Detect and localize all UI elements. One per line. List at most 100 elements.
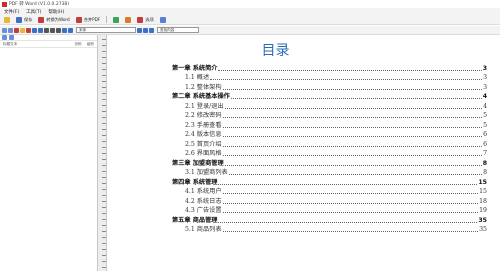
menu-file[interactable]: 文件(F) — [4, 9, 19, 15]
find-icon[interactable] — [137, 27, 142, 33]
ruler-tick — [102, 57, 106, 58]
bold-icon[interactable] — [44, 27, 49, 33]
folder-icon[interactable] — [20, 27, 25, 33]
toc-leader-dots — [218, 69, 482, 71]
print-icon[interactable] — [8, 27, 13, 33]
settings-button[interactable]: 选项 — [135, 16, 155, 24]
tool-button-b[interactable] — [123, 16, 133, 24]
toc-leader-dots — [218, 183, 478, 185]
bookmark-icon[interactable] — [2, 35, 7, 40]
expand-icon[interactable] — [9, 35, 14, 40]
toc-entry[interactable]: 2.3 手册查看 5 — [172, 119, 487, 129]
toc-entry-text: 第一章 系统简介 — [172, 64, 218, 72]
ruler-tick — [102, 87, 106, 88]
toc-page-number: 6 — [483, 131, 487, 138]
page-icon[interactable] — [149, 27, 154, 33]
toc-entry[interactable]: 第一章 系统简介 3 — [172, 62, 487, 72]
list-icon[interactable] — [68, 27, 73, 33]
toc-leader-dots — [224, 107, 483, 109]
toc-page-number: 7 — [483, 150, 487, 157]
align-icon[interactable] — [62, 27, 67, 33]
font-combo[interactable]: 宋体 — [76, 27, 136, 33]
toc-leader-dots — [222, 212, 479, 213]
ruler-tick — [102, 219, 106, 220]
toc-entry[interactable]: 4.3 广告设置 19 — [172, 205, 487, 214]
search-combo[interactable]: 查找内容 — [157, 27, 199, 33]
tool-button-a[interactable] — [111, 16, 121, 24]
vertical-ruler — [98, 35, 107, 271]
toc-entry[interactable]: 3.1 加盟商列表 8 — [172, 167, 487, 176]
toc-entry[interactable]: 4.1 系统用户 15 — [172, 186, 487, 195]
ruler-tick — [102, 159, 106, 160]
ruler-tick — [102, 243, 106, 244]
toc-page-number: 6 — [483, 140, 487, 148]
ruler-tick — [102, 45, 106, 46]
open-icon — [4, 16, 10, 23]
toc-leader-dots — [224, 164, 482, 166]
ruler-tick — [102, 51, 106, 52]
save-button[interactable]: 保存 — [14, 16, 34, 24]
col-level: 级别 — [86, 41, 94, 46]
close-icon[interactable] — [26, 27, 31, 33]
toc-entry-text: 4.1 系统用户 — [185, 188, 222, 195]
toc-entry[interactable]: 第四章 系统管理 15 — [172, 176, 487, 186]
ruler-tick — [102, 231, 106, 232]
toc-entry-text: 4.3 广告设置 — [185, 207, 222, 214]
toc-entry[interactable]: 1.2 整体架构 3 — [172, 81, 487, 91]
menu-tools[interactable]: 工具(T) — [26, 9, 41, 15]
ruler-tick — [102, 189, 106, 190]
convert-button[interactable]: 转换为Word — [36, 16, 71, 24]
ruler-tick — [102, 147, 106, 148]
toc-page-number: 4 — [483, 102, 487, 110]
save-icon — [16, 16, 22, 23]
toc-leader-dots — [222, 145, 483, 147]
settings-label: 选项 — [145, 16, 154, 22]
toc-entry-text: 4.2 系统日志 — [185, 197, 222, 205]
italic-icon[interactable] — [50, 27, 55, 33]
undo-icon[interactable] — [32, 27, 37, 33]
toc-entry[interactable]: 1.1 概述 3 — [172, 72, 487, 81]
toolbar-separator — [106, 16, 108, 23]
toc-entry[interactable]: 2.4 版本信息 6 — [172, 129, 487, 138]
toc-entry-text: 2.3 手册查看 — [185, 121, 222, 129]
toc-entry[interactable]: 2.5 首页介绍 6 — [172, 138, 487, 148]
merge-button[interactable]: 合并PDF — [74, 16, 103, 24]
toc-leader-dots — [218, 221, 478, 223]
toc-entry[interactable]: 第三章 加盟商管理 8 — [172, 157, 487, 167]
toc-entry-text: 2.4 版本信息 — [185, 131, 222, 138]
toc-entry[interactable]: 2.2 修改密码 5 — [172, 110, 487, 119]
toc-entry[interactable]: 4.2 系统日志 18 — [172, 195, 487, 205]
toc-leader-dots — [222, 136, 483, 137]
ruler-tick — [102, 201, 106, 202]
toc-entry-text: 第三章 加盟商管理 — [172, 159, 224, 167]
open-button[interactable] — [2, 16, 12, 24]
toc-entry[interactable]: 5.1 商品列表 35 — [172, 224, 487, 233]
col-page: 页码 — [74, 41, 82, 46]
delete-icon[interactable] — [14, 27, 19, 33]
ruler-tick — [102, 261, 106, 262]
table-of-contents: 第一章 系统简介 3 1.1 概述 3 1.2 整体架构 3 第二章 系统基本操作 4 2.1 … — [172, 62, 487, 234]
new-icon[interactable] — [2, 27, 7, 33]
ruler-tick — [102, 63, 106, 64]
ruler-tick — [102, 237, 106, 238]
toc-page-number: 18 — [479, 197, 487, 205]
ruler-tick — [102, 39, 106, 40]
tool-button-c[interactable] — [158, 16, 168, 24]
menu-help[interactable]: 帮助(H) — [48, 9, 64, 15]
ruler-tick — [102, 75, 106, 76]
toc-entry[interactable]: 2.1 登录/退出 4 — [172, 100, 487, 110]
green-tool-icon — [113, 16, 120, 23]
toc-entry[interactable]: 2.6 界面风格 7 — [172, 148, 487, 157]
redo-icon[interactable] — [38, 27, 43, 33]
convert-label: 转换为Word — [46, 16, 70, 22]
toc-entry-text: 3.1 加盟商列表 — [185, 169, 228, 176]
toc-leader-dots — [222, 155, 483, 156]
toc-entry[interactable]: 第五章 商品管理 35 — [172, 214, 487, 224]
settings-icon — [137, 16, 144, 23]
toc-page-number: 5 — [483, 121, 487, 129]
ruler-tick — [102, 93, 106, 94]
zoom-icon[interactable] — [143, 27, 148, 33]
ruler-tick — [102, 99, 106, 100]
toc-entry[interactable]: 第二章 系统基本操作 4 — [172, 91, 487, 100]
underline-icon[interactable] — [56, 27, 61, 33]
